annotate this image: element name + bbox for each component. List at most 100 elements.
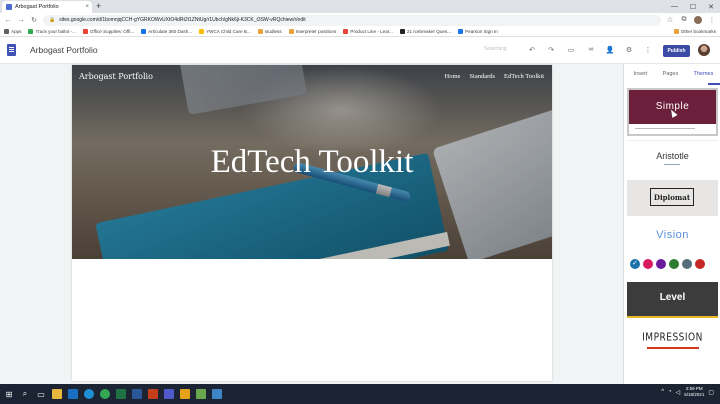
sites-editor-header: Arbogast Portfolio Searching ↶ ↷ ▭ ∞ 👤 ⚙… <box>0 37 720 64</box>
link-icon[interactable]: ∞ <box>586 46 596 53</box>
windows-taskbar: ⊞ ⌕ ▭ ^ ◔ ◁ 2:59 PM 5/18/2021 ▢ <box>0 384 720 404</box>
maximize-button[interactable]: ☐ <box>690 3 696 11</box>
theme-aristotle[interactable]: Aristotle <box>627 140 718 176</box>
new-tab-button[interactable]: + <box>96 1 101 12</box>
search-icon[interactable]: ⌕ <box>20 389 30 399</box>
app-icon[interactable] <box>212 389 222 399</box>
folder-icon <box>673 29 679 34</box>
nav-link-home[interactable]: Home <box>445 73 461 80</box>
app-icon[interactable] <box>180 389 190 399</box>
theme-color-swatches <box>630 259 705 269</box>
header-banner[interactable]: Arbogast Portfolio Home Standards EdTech… <box>72 65 552 259</box>
folder-icon <box>257 29 263 34</box>
bookmark-item[interactable]: Articulate 360 Dash... <box>141 29 192 34</box>
color-swatch[interactable] <box>682 259 692 269</box>
minimize-button[interactable]: — <box>671 3 678 10</box>
address-bar[interactable]: 🔒 sites.google.com/d/1bomnjqCCH-gYGRKOWv… <box>43 14 661 26</box>
reload-icon[interactable]: ↻ <box>30 16 38 24</box>
window-controls: — ☐ ✕ <box>671 0 718 13</box>
tab-insert[interactable]: Insert <box>634 71 648 77</box>
color-swatch[interactable] <box>669 259 679 269</box>
site-navigation: Home Standards EdTech Toolkit <box>445 73 544 80</box>
bookmark-item[interactable]: Product Line - Lear... <box>343 29 393 34</box>
bookmark-favicon-icon <box>141 29 147 34</box>
wifi-icon[interactable]: ◔ <box>668 389 672 395</box>
notification-chevron-icon[interactable]: ^ <box>661 389 664 395</box>
theme-name: Vision <box>656 229 689 241</box>
clock[interactable]: 2:59 PM 5/18/2021 <box>684 386 704 398</box>
bookmark-apps[interactable]: Apps <box>4 29 21 34</box>
lock-icon: 🔒 <box>49 17 56 23</box>
page-title[interactable]: EdTech Toolkit <box>72 144 552 181</box>
volume-icon[interactable]: ◁ <box>676 389 681 396</box>
extensions-icon[interactable]: ⧉ <box>680 16 688 24</box>
bookmark-item[interactable]: Track your ballot -... <box>28 29 76 34</box>
color-swatch[interactable] <box>643 259 653 269</box>
theme-name: Diplomat <box>650 188 694 206</box>
tab-themes[interactable]: Themes <box>694 71 714 77</box>
word-icon[interactable] <box>132 389 142 399</box>
browser-menu-icon[interactable]: ⋮ <box>708 16 716 24</box>
edge-icon[interactable] <box>84 389 94 399</box>
task-view-icon[interactable]: ▭ <box>36 389 46 399</box>
system-tray: ^ ◔ ◁ 2:59 PM 5/18/2021 ▢ <box>661 386 714 398</box>
forward-icon[interactable]: → <box>17 17 25 24</box>
color-swatch[interactable] <box>695 259 705 269</box>
tab-title: Arbogast Portfolio <box>15 4 59 10</box>
site-brand[interactable]: Arbogast Portfolio <box>79 72 153 81</box>
powerpoint-icon[interactable] <box>148 389 158 399</box>
site-title[interactable]: Arbogast Portfolio <box>30 45 98 55</box>
theme-diplomat[interactable]: Diplomat <box>627 180 718 216</box>
teams-icon[interactable] <box>164 389 174 399</box>
outlook-icon[interactable] <box>68 389 78 399</box>
google-sites-logo-icon[interactable] <box>7 44 16 56</box>
bookmark-item[interactable]: Interpreter positions <box>288 29 336 34</box>
bookmark-favicon-icon <box>199 29 205 34</box>
account-avatar[interactable] <box>698 44 710 56</box>
other-bookmarks[interactable]: Other bookmarks <box>673 29 716 34</box>
app-icon[interactable] <box>196 389 206 399</box>
nav-link-standards[interactable]: Standards <box>469 73 495 80</box>
share-person-icon[interactable]: 👤 <box>605 46 615 54</box>
theme-vision[interactable]: Vision <box>627 220 718 256</box>
publish-button[interactable]: Publish <box>663 45 690 57</box>
color-swatch[interactable] <box>656 259 666 269</box>
theme-underline <box>664 164 680 165</box>
nav-link-edtech-toolkit[interactable]: EdTech Toolkit <box>504 73 544 80</box>
theme-impression[interactable]: IMPRESSION <box>627 322 718 358</box>
site-page[interactable]: Arbogast Portfolio Home Standards EdTech… <box>72 65 552 381</box>
profile-avatar[interactable] <box>694 16 702 24</box>
chrome-icon[interactable] <box>100 389 110 399</box>
back-icon[interactable]: ← <box>4 17 12 24</box>
tab-arbogast-portfolio[interactable]: Arbogast Portfolio × <box>2 1 92 13</box>
color-swatch-selected[interactable] <box>630 259 640 269</box>
windows-start-icon[interactable]: ⊞ <box>4 389 14 399</box>
bookmark-item[interactable]: 21 Icebreaker Ques... <box>399 29 451 34</box>
bookmark-favicon-icon <box>458 29 464 34</box>
theme-name: Level <box>659 292 686 303</box>
redo-icon[interactable]: ↷ <box>546 46 556 54</box>
sites-favicon-icon <box>6 4 12 10</box>
bookmark-favicon-icon <box>399 29 405 34</box>
close-window-button[interactable]: ✕ <box>708 3 714 11</box>
tab-pages[interactable]: Pages <box>663 71 679 77</box>
file-explorer-icon[interactable] <box>52 389 62 399</box>
bookmark-favicon-icon <box>82 29 88 34</box>
more-options-icon[interactable]: ⋮ <box>643 46 653 54</box>
bookmarks-bar: Apps Track your ballot -... Office Suppl… <box>0 27 720 37</box>
bookmark-item[interactable]: YWCA Child Care B... <box>199 29 251 34</box>
bookmark-item[interactable]: Office Supplies: Offi... <box>82 29 134 34</box>
notifications-icon[interactable]: ▢ <box>708 389 714 396</box>
theme-preview-bar <box>629 124 716 134</box>
theme-level[interactable]: Level <box>627 282 718 318</box>
excel-icon[interactable] <box>116 389 126 399</box>
star-icon[interactable]: ☆ <box>666 16 674 24</box>
bookmark-item[interactable]: Pearson Sign In <box>458 29 498 34</box>
settings-gear-icon[interactable]: ⚙ <box>624 46 634 54</box>
preview-icon[interactable]: ▭ <box>566 46 576 54</box>
bookmark-item[interactable]: studless <box>257 29 282 34</box>
undo-icon[interactable]: ↶ <box>527 46 537 54</box>
tab-close-icon[interactable]: × <box>85 4 92 10</box>
bookmark-favicon-icon <box>343 29 349 34</box>
search-hint[interactable]: Searching <box>484 46 507 52</box>
